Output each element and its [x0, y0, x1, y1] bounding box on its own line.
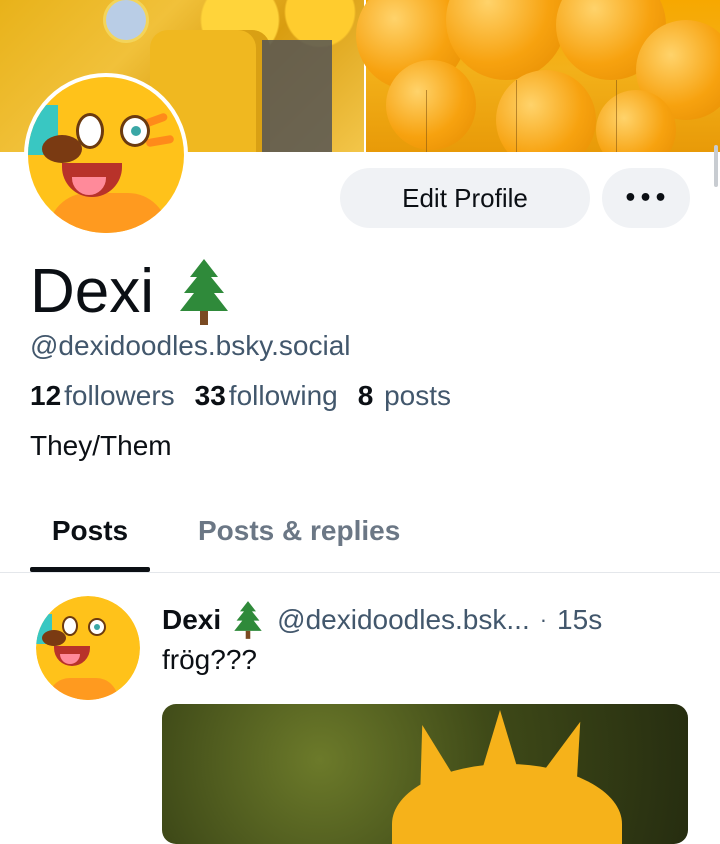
post-author-avatar[interactable] — [36, 596, 140, 700]
scrollbar-thumb[interactable] — [714, 145, 718, 187]
avatar-dog-illustration — [36, 596, 140, 700]
avatar-stripe — [145, 134, 175, 148]
post-author-name[interactable]: Dexi — [162, 604, 221, 636]
balloon-shape — [386, 60, 476, 150]
profile-stats: 12 followers 33 following 8 posts — [30, 380, 451, 412]
evergreen-tree-icon — [234, 601, 262, 639]
avatar-body — [48, 678, 118, 700]
balloon-string — [426, 90, 427, 152]
avatar-nose — [42, 630, 66, 646]
followers-link[interactable]: 12 followers — [30, 380, 175, 412]
image-hair-spike — [482, 710, 518, 770]
followers-label: followers — [64, 380, 175, 411]
avatar-eye — [120, 115, 150, 147]
balloon-string — [516, 80, 517, 152]
tab-posts[interactable]: Posts — [30, 490, 150, 572]
banner-pin-decoration — [106, 0, 146, 40]
banner-shadow-decoration — [262, 40, 332, 152]
profile-display-name: Dexi — [30, 252, 230, 332]
tab-posts-and-replies[interactable]: Posts & replies — [198, 490, 400, 572]
following-link[interactable]: 33 following — [195, 380, 338, 412]
post-author-handle[interactable]: @dexidoodles.bsk... — [277, 604, 530, 636]
avatar-body — [48, 193, 168, 233]
more-dots-icon: ••• — [623, 185, 669, 211]
posts-count: 8 — [357, 380, 374, 411]
post-timestamp[interactable]: 15s — [557, 604, 602, 636]
profile-avatar[interactable] — [24, 73, 188, 237]
post-separator: · — [539, 607, 548, 632]
following-count: 33 — [194, 380, 226, 411]
more-options-button[interactable]: ••• — [602, 168, 690, 228]
post-image[interactable] — [162, 704, 688, 844]
following-label: following — [228, 380, 338, 411]
balloon-shape — [446, 0, 566, 80]
display-name-text: Dexi — [30, 257, 155, 326]
edit-profile-button[interactable]: Edit Profile — [340, 168, 590, 228]
feed-post[interactable]: Dexi @dexidoodles.bsk... · 15s frög??? — [0, 574, 720, 844]
posts-stat: 8 posts — [358, 380, 451, 412]
evergreen-tree-icon — [180, 259, 229, 325]
balloon-string — [616, 80, 617, 152]
balloon-shape — [496, 70, 596, 152]
followers-count: 12 — [30, 380, 62, 411]
post-header: Dexi @dexidoodles.bsk... · 15s — [162, 600, 702, 640]
image-hair-spike — [404, 720, 456, 788]
profile-pronouns: They/Them — [30, 430, 172, 461]
avatar-eye — [88, 618, 106, 636]
post-text: frög??? — [162, 644, 257, 675]
image-hair-spike — [542, 715, 598, 785]
banner-photo-balloons — [356, 0, 720, 152]
profile-tabs: Posts Posts & replies — [0, 490, 720, 573]
avatar-nose — [42, 135, 82, 163]
posts-label: posts — [384, 380, 452, 411]
profile-handle: @dexidoodles.bsky.social — [30, 330, 351, 361]
avatar-dog-illustration — [28, 77, 184, 233]
